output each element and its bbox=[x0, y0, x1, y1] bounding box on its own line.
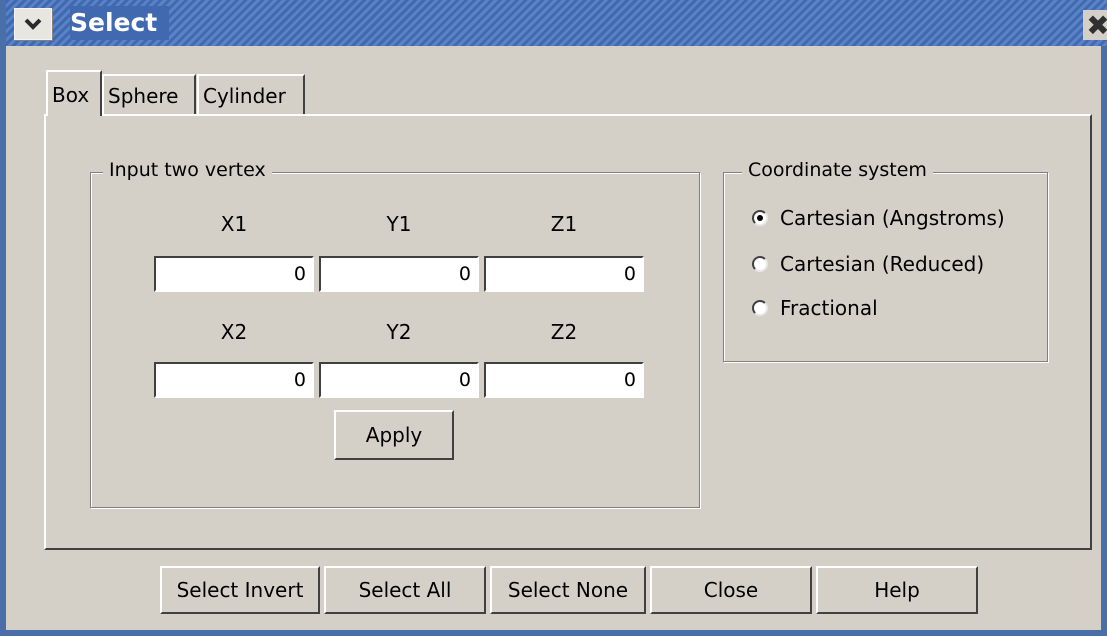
title-bar[interactable]: Select ✖ bbox=[6, 0, 1107, 46]
tab-cylinder[interactable]: Cylinder bbox=[197, 74, 305, 114]
close-icon: ✖ bbox=[1086, 8, 1107, 42]
tab-sphere[interactable]: Sphere bbox=[102, 74, 196, 114]
select-dialog: Select ✖ Box Sphere Cylinder Input two v… bbox=[0, 0, 1107, 636]
box-tab-panel bbox=[44, 114, 1092, 550]
window-close-button[interactable]: ✖ bbox=[1083, 8, 1107, 42]
select-none-button[interactable]: Select None bbox=[490, 566, 646, 614]
window-menu-button[interactable] bbox=[14, 8, 52, 40]
tab-box[interactable]: Box bbox=[46, 70, 102, 116]
window-title: Select bbox=[70, 6, 170, 40]
help-button[interactable]: Help bbox=[816, 566, 978, 614]
close-button[interactable]: Close bbox=[650, 566, 812, 614]
select-all-button[interactable]: Select All bbox=[324, 566, 486, 614]
chevron-down-icon bbox=[24, 18, 42, 30]
select-invert-button[interactable]: Select Invert bbox=[160, 566, 320, 614]
